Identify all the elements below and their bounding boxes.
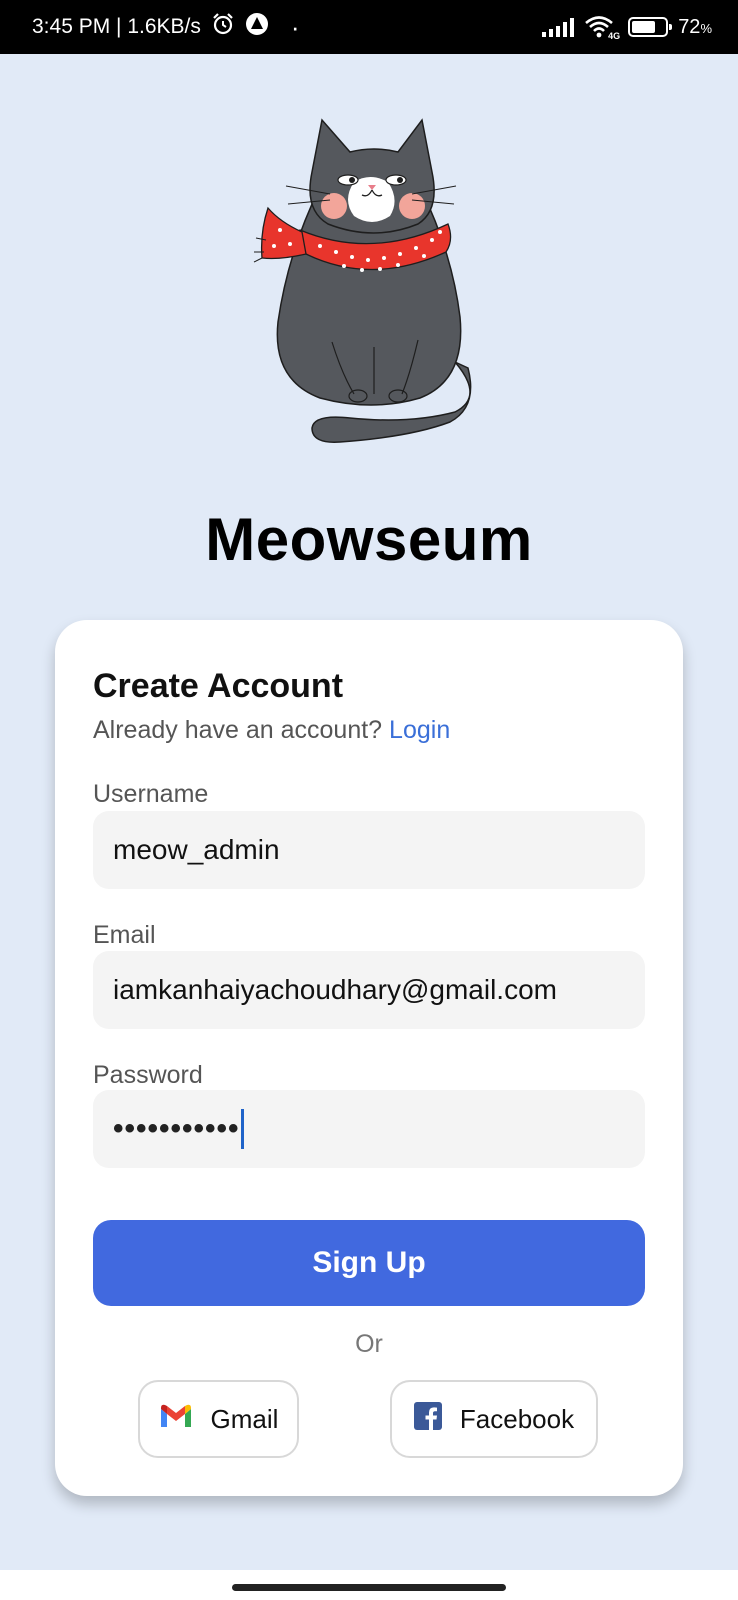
- battery-percent: 72%: [678, 15, 712, 38]
- home-indicator: [0, 1570, 738, 1600]
- email-value: iamkanhaiyachoudhary@gmail.com: [113, 974, 557, 1005]
- status-bar: 3:45 PM | 1.6KB/s · 4G 72%: [0, 0, 738, 54]
- email-label: Email: [93, 921, 156, 949]
- password-label: Password: [93, 1061, 203, 1089]
- notification-dot: ·: [290, 12, 300, 42]
- signup-screen: 3:45 PM | 1.6KB/s · 4G 72% Meowseum Crea…: [0, 0, 738, 1600]
- battery-icon: [628, 17, 673, 37]
- status-left: 3:45 PM | 1.6KB/s ·: [32, 12, 300, 42]
- login-prompt: Already have an account? Login: [93, 716, 450, 745]
- battery-level: [632, 21, 656, 33]
- create-account-card: Create Account Already have an account? …: [55, 620, 683, 1496]
- or-divider: Or: [355, 1330, 383, 1358]
- app-notification-icon: [245, 12, 269, 42]
- email-input[interactable]: iamkanhaiyachoudhary@gmail.com: [93, 951, 645, 1029]
- login-prompt-text: Already have an account?: [93, 716, 383, 744]
- password-masked-value: •••••••••••: [113, 1112, 240, 1145]
- username-label: Username: [93, 780, 209, 808]
- card-title: Create Account: [93, 667, 344, 705]
- alarm-clock-icon: [211, 12, 235, 42]
- signal-icon: [542, 17, 575, 37]
- gmail-button[interactable]: Gmail: [138, 1380, 299, 1458]
- password-input[interactable]: •••••••••••: [93, 1090, 645, 1168]
- username-value: meow_admin: [113, 834, 280, 865]
- facebook-icon: [413, 1401, 442, 1437]
- cat-mascot-illustration: [253, 118, 472, 443]
- facebook-label: Facebook: [459, 1403, 575, 1434]
- gmail-label: Gmail: [210, 1403, 279, 1434]
- wifi-icon: 4G: [584, 15, 621, 41]
- app-title: Meowseum: [205, 506, 533, 573]
- login-link[interactable]: Login: [389, 716, 450, 744]
- status-right: 4G 72%: [542, 15, 712, 41]
- status-time-speed: 3:45 PM | 1.6KB/s: [32, 15, 201, 38]
- network-badge: 4G: [608, 31, 621, 41]
- sign-up-button[interactable]: Sign Up: [93, 1220, 645, 1306]
- facebook-button[interactable]: Facebook: [390, 1380, 598, 1458]
- text-cursor: [240, 1109, 244, 1149]
- username-input[interactable]: meow_admin: [93, 811, 645, 889]
- gmail-icon: [159, 1403, 193, 1436]
- home-indicator-bar[interactable]: [232, 1584, 506, 1591]
